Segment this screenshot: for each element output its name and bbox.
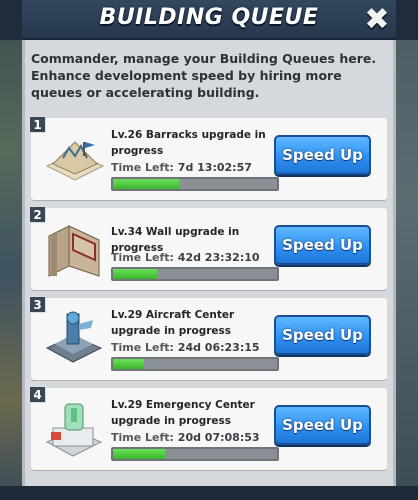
progress-bar [111, 177, 279, 191]
background-bottom [0, 486, 418, 500]
queue-building-name: Lv.26 Barracks upgrade in progress [111, 129, 266, 157]
time-left: Time Left: 20d 07:08:53 [111, 431, 260, 444]
dialog-header: BUILDING QUEUE ✖ [22, 0, 396, 40]
background-scene-left [0, 0, 22, 500]
time-left-value: 20d 07:08:53 [177, 431, 260, 444]
time-left-label: Time Left: [111, 431, 174, 444]
dialog-panel: Commander, manage your Building Queues h… [22, 40, 396, 486]
time-left-value: 24d 06:23:15 [177, 341, 260, 354]
time-left-label: Time Left: [111, 161, 174, 174]
progress-fill [113, 449, 166, 459]
queue-row: 1 Lv.26 Barracks upgrade in progress Tim… [29, 116, 387, 200]
time-left: Time Left: 7d 13:02:57 [111, 161, 252, 174]
queue-building-name: Lv.29 Emergency Center upgrade in progre… [111, 399, 255, 427]
time-left-value: 7d 13:02:57 [177, 161, 252, 174]
wall-icon [48, 225, 100, 277]
progress-fill [113, 359, 145, 369]
speed-up-button[interactable]: Speed Up [274, 405, 371, 445]
close-icon[interactable]: ✖ [360, 3, 394, 37]
time-left-value: 42d 23:32:10 [177, 251, 260, 264]
time-left: Time Left: 24d 06:23:15 [111, 341, 260, 354]
progress-bar [111, 447, 279, 461]
time-left: Time Left: 42d 23:32:10 [111, 251, 260, 264]
time-left-label: Time Left: [111, 251, 174, 264]
speed-up-button[interactable]: Speed Up [274, 135, 371, 175]
emergency-center-icon [45, 403, 103, 457]
description-text: Commander, manage your Building Queues h… [31, 51, 377, 100]
progress-bar [111, 267, 279, 281]
progress-fill [113, 269, 158, 279]
time-left-label: Time Left: [111, 341, 174, 354]
dialog-title: BUILDING QUEUE [99, 5, 319, 30]
queue-row: 3 Lv.29 Aircraft Center upgrade in progr… [29, 296, 387, 380]
speed-up-button[interactable]: Speed Up [274, 315, 371, 355]
aircraft-center-icon [45, 311, 103, 363]
queue-building-name: Lv.29 Aircraft Center upgrade in progres… [111, 309, 235, 337]
queue-row: 2 Lv.34 Wall upgrade in progress Time Le… [29, 206, 387, 290]
progress-fill [113, 179, 179, 189]
queue-row: 4 Lv.29 Emergency Center upgrade in prog… [29, 386, 387, 470]
barracks-icon [45, 141, 105, 181]
progress-bar [111, 357, 279, 371]
background-scene-right [396, 0, 418, 500]
speed-up-button[interactable]: Speed Up [274, 225, 371, 265]
